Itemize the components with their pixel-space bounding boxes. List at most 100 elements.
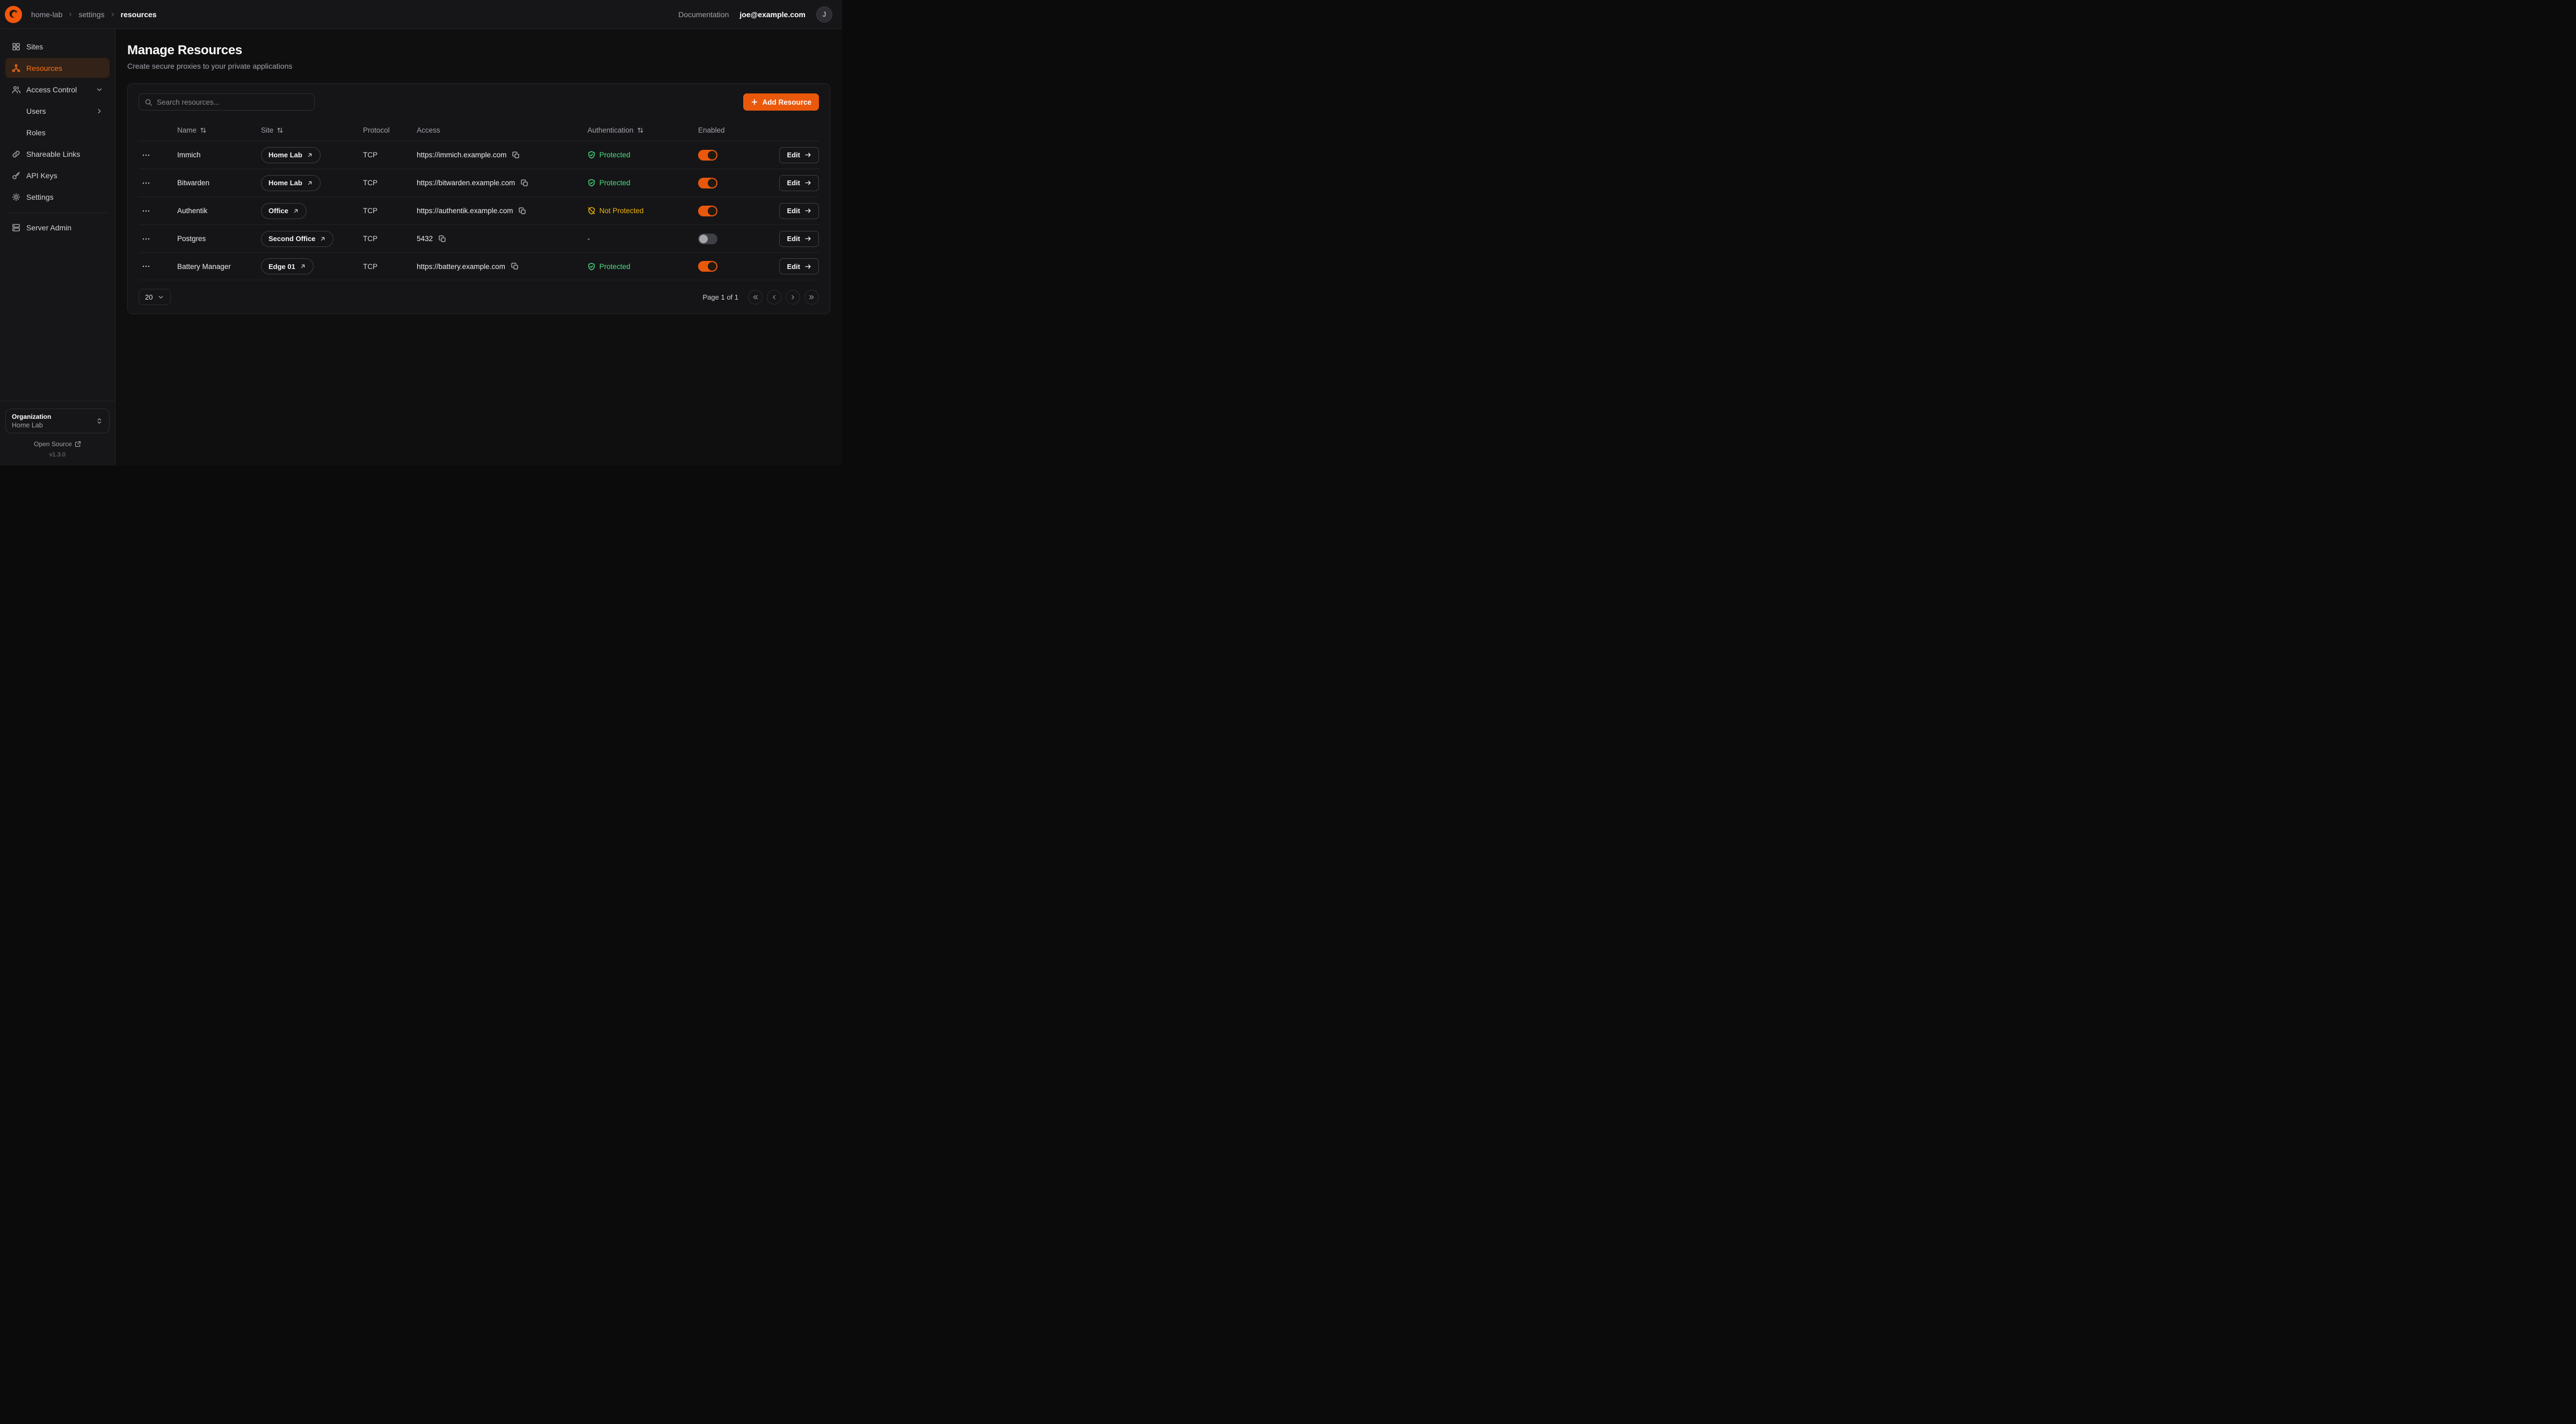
site-link[interactable]: Office xyxy=(261,203,307,219)
first-page-button[interactable] xyxy=(748,290,763,304)
edit-button[interactable]: Edit xyxy=(779,147,819,163)
resource-protocol: TCP xyxy=(363,179,417,187)
row-menu-button[interactable] xyxy=(139,149,154,162)
site-link[interactable]: Home Lab xyxy=(261,147,321,163)
app-logo[interactable] xyxy=(4,5,23,24)
table-row: Immich Home Lab TCP https://immich.examp… xyxy=(139,141,819,169)
auth-label: - xyxy=(587,235,590,243)
page-size-select[interactable]: 20 xyxy=(139,289,171,305)
sort-icon xyxy=(637,127,644,134)
sidebar-item-users[interactable]: Users xyxy=(5,101,110,121)
column-name[interactable]: Name xyxy=(177,126,261,134)
breadcrumb-settings[interactable]: settings xyxy=(78,10,104,19)
sidebar: Sites Resources Access Control Users Rol… xyxy=(0,29,115,466)
enabled-toggle[interactable] xyxy=(698,150,717,161)
resource-name: Immich xyxy=(177,151,261,159)
copy-icon[interactable] xyxy=(518,206,527,216)
edit-button[interactable]: Edit xyxy=(779,175,819,191)
row-menu-button[interactable] xyxy=(139,260,154,273)
sidebar-item-label: Settings xyxy=(26,193,54,201)
organization-label: Organization xyxy=(12,413,51,420)
sidebar-item-label: Roles xyxy=(26,128,46,137)
resource-protocol: TCP xyxy=(363,235,417,243)
row-menu-button[interactable] xyxy=(139,177,154,190)
sidebar-footer: Organization Home Lab Open Source v1.3.0 xyxy=(0,401,115,458)
copy-icon[interactable] xyxy=(520,178,529,188)
open-source-link[interactable]: Open Source xyxy=(5,440,110,448)
sidebar-item-shareable-links[interactable]: Shareable Links xyxy=(5,144,110,164)
sidebar-item-label: Server Admin xyxy=(26,223,71,232)
page-size-value: 20 xyxy=(145,293,153,301)
edit-button[interactable]: Edit xyxy=(779,203,819,219)
sidebar-item-resources[interactable]: Resources xyxy=(5,58,110,78)
search-box xyxy=(139,93,315,111)
arrow-right-icon xyxy=(804,151,811,158)
row-menu-button[interactable] xyxy=(139,205,154,217)
last-page-button[interactable] xyxy=(804,290,819,304)
sort-icon xyxy=(200,127,207,134)
documentation-link[interactable]: Documentation xyxy=(678,10,729,19)
search-input[interactable] xyxy=(157,98,309,106)
avatar[interactable]: J xyxy=(816,6,832,23)
breadcrumb-org[interactable]: home-lab xyxy=(31,10,62,19)
pager-buttons xyxy=(748,290,819,304)
edit-label: Edit xyxy=(787,179,800,187)
column-label: Protocol xyxy=(363,126,390,134)
column-label: Authentication xyxy=(587,126,634,134)
site-link[interactable]: Second Office xyxy=(261,231,333,247)
access-url: https://battery.example.com xyxy=(417,263,505,271)
toggle-knob xyxy=(708,179,716,187)
copy-icon[interactable] xyxy=(438,234,447,244)
users-icon xyxy=(12,85,20,94)
arrow-right-icon xyxy=(804,207,811,214)
site-link[interactable]: Edge 01 xyxy=(261,258,314,274)
resource-name: Authentik xyxy=(177,207,261,215)
column-authentication[interactable]: Authentication xyxy=(587,126,698,134)
resources-table: Name Site Protocol Access Authenticati xyxy=(139,119,819,280)
enabled-toggle[interactable] xyxy=(698,234,717,244)
edit-button[interactable]: Edit xyxy=(779,258,819,274)
chevron-right-icon xyxy=(67,11,74,18)
sidebar-item-api-keys[interactable]: API Keys xyxy=(5,165,110,185)
server-icon xyxy=(12,223,20,232)
site-link[interactable]: Home Lab xyxy=(261,175,321,191)
copy-icon[interactable] xyxy=(510,261,520,271)
sidebar-item-roles[interactable]: Roles xyxy=(5,122,110,142)
edit-label: Edit xyxy=(787,263,800,271)
shield-check-icon xyxy=(587,151,596,159)
breadcrumb-resources[interactable]: resources xyxy=(121,10,157,19)
main-content: Manage Resources Create secure proxies t… xyxy=(115,29,842,466)
sidebar-item-server-admin[interactable]: Server Admin xyxy=(5,217,110,237)
sidebar-item-access-control[interactable]: Access Control xyxy=(5,79,110,99)
next-page-button[interactable] xyxy=(786,290,800,304)
edit-button[interactable]: Edit xyxy=(779,231,819,247)
organization-selector[interactable]: Organization Home Lab xyxy=(5,409,110,433)
enabled-toggle[interactable] xyxy=(698,178,717,188)
column-label: Access xyxy=(417,126,440,134)
pangolin-logo-icon xyxy=(4,5,23,24)
toggle-knob xyxy=(699,235,708,243)
link-icon xyxy=(12,150,20,158)
grid-icon xyxy=(12,42,20,51)
card-toolbar: Add Resource xyxy=(139,93,819,111)
page-subtitle: Create secure proxies to your private ap… xyxy=(127,62,830,70)
enabled-toggle[interactable] xyxy=(698,261,717,272)
resource-protocol: TCP xyxy=(363,263,417,271)
sidebar-item-label: Sites xyxy=(26,42,43,51)
column-site[interactable]: Site xyxy=(261,126,363,134)
enabled-toggle[interactable] xyxy=(698,206,717,216)
site-name: Office xyxy=(269,207,288,215)
column-protocol: Protocol xyxy=(363,126,417,134)
resource-name: Battery Manager xyxy=(177,263,261,271)
sidebar-item-settings[interactable]: Settings xyxy=(5,187,110,207)
arrow-up-right-icon xyxy=(300,263,306,270)
user-email[interactable]: joe@example.com xyxy=(739,10,806,19)
sidebar-item-sites[interactable]: Sites xyxy=(5,37,110,56)
add-resource-button[interactable]: Add Resource xyxy=(743,93,819,111)
copy-icon[interactable] xyxy=(511,150,521,160)
previous-page-button[interactable] xyxy=(767,290,781,304)
chevrons-up-down-icon xyxy=(96,417,103,425)
column-label: Enabled xyxy=(698,126,725,134)
resource-protocol: TCP xyxy=(363,151,417,159)
row-menu-button[interactable] xyxy=(139,233,154,245)
